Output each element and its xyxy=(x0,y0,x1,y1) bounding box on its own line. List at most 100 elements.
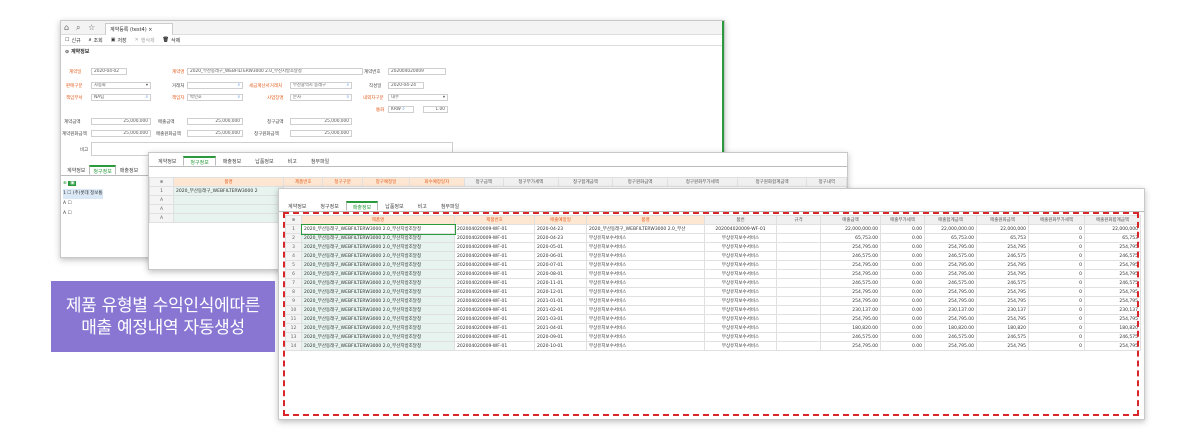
row-cell[interactable]: 0 xyxy=(1028,269,1085,279)
row-cell[interactable]: 202004020009-WF-01 xyxy=(454,323,535,333)
row-cell[interactable]: 0 xyxy=(1028,278,1085,288)
contract-no-field[interactable]: 202004020009 xyxy=(388,68,446,75)
row-cell[interactable]: 2020_부산동래구_WEBFILTERW3000 2.0_부산지방조달청 xyxy=(301,296,455,306)
tab-billing[interactable]: 청구정보 xyxy=(313,201,345,211)
list-item[interactable]: A ☐ xyxy=(63,199,103,209)
row-cell[interactable]: 2020_부산동래구_WEBFILTERW3000 2.0_부산지방조달청 xyxy=(301,323,455,333)
row-cell[interactable]: 2020-04-23 xyxy=(534,233,587,243)
row-cell[interactable]: 무상유지보수서비스 xyxy=(586,242,705,252)
row-cell[interactable]: 2020_부산동래구_WEBFILTERW3000 2.0_부산지방조달청 xyxy=(301,242,455,252)
row-cell[interactable]: 2020-11-01 xyxy=(534,278,587,288)
row-cell[interactable]: 무상유지보수서비스 xyxy=(704,251,777,261)
row-cell[interactable]: 0.00 xyxy=(880,305,925,315)
search-icon[interactable]: ⌕ xyxy=(347,83,349,88)
add-icon[interactable]: ⊕ xyxy=(149,177,174,187)
table-row[interactable]: 7 2020_부산동래구_WEBFILTERW3000 2.0_부산지방조달청 20… xyxy=(285,278,1141,288)
row-cell[interactable]: 무상유지보수서비스 xyxy=(704,314,777,324)
row-cell[interactable]: 254,795.00 xyxy=(924,260,977,270)
row-cell[interactable]: 0.00 xyxy=(880,287,925,297)
row-cell[interactable]: 0.00 xyxy=(880,341,925,351)
row-cell[interactable]: 2020-07-01 xyxy=(534,260,587,270)
row-cell[interactable]: 246,575.00 xyxy=(924,251,977,261)
row-cell[interactable]: 0.00 xyxy=(880,251,925,261)
row-cell[interactable]: 2020_부산동래구_WEBFILTERW3000 2.0_부산지방조달청 xyxy=(300,223,456,235)
contract-won-field[interactable]: 25,000,000 xyxy=(91,130,151,137)
row-cell[interactable]: 254,795.00 xyxy=(924,242,977,252)
row-cell[interactable]: 0 xyxy=(1028,224,1085,234)
row-cell[interactable]: 254,795.00 xyxy=(820,296,881,306)
row-cell[interactable]: 254,795 xyxy=(1084,269,1141,279)
contract-amt-field[interactable]: 25,000,000 xyxy=(91,118,151,125)
row-cell[interactable]: 2020_부산동래구_WEBFILTERW3000 2.0_부산지방조달청 xyxy=(301,305,455,315)
row-cell[interactable]: 246,575.00 xyxy=(820,278,881,288)
search-icon[interactable]: ⌕ xyxy=(402,107,404,112)
row-cell[interactable]: 무상유지보수서비스 xyxy=(704,305,777,315)
row-cell[interactable]: 무상유지보수서비스 xyxy=(704,296,777,306)
row-cell[interactable]: 254,795 xyxy=(1084,341,1141,351)
row-cell[interactable]: 202004020009-WF-01 xyxy=(454,233,535,243)
row-cell[interactable]: 202004020009-WF-01 xyxy=(454,305,535,315)
row-cell[interactable]: 무상유지보수서비스 xyxy=(586,251,705,261)
save-button[interactable]: ▣ 저장 xyxy=(111,37,127,44)
search-icon[interactable]: ⌕ xyxy=(238,95,240,100)
row-cell[interactable]: 2020_부산동래구_WEBFILTERW3000 2.0_부산지방조달청 xyxy=(301,341,455,351)
row-cell[interactable]: 2020_부산동래구_WEBFILTERW3000 2.0_부산지방조달청 xyxy=(301,332,455,342)
row-cell[interactable]: 230,137.00 xyxy=(924,305,977,315)
row-cell[interactable]: 무상유지보수서비스 xyxy=(704,323,777,333)
table-row[interactable]: 8 2020_부산동래구_WEBFILTERW3000 2.0_부산지방조달청 20… xyxy=(285,287,1141,297)
row-cell[interactable]: 2020-12-01 xyxy=(534,287,587,297)
row-cell[interactable]: 무상유지보수서비스 xyxy=(586,287,705,297)
row-cell[interactable] xyxy=(776,224,821,234)
row-cell[interactable]: 254,795 xyxy=(976,287,1029,297)
row-cell[interactable]: 254,795.00 xyxy=(924,341,977,351)
row-cell[interactable]: 254,795 xyxy=(976,314,1029,324)
row-cell[interactable]: 254,795 xyxy=(976,296,1029,306)
row-cell[interactable]: 0.00 xyxy=(880,278,925,288)
row-cell[interactable]: 254,795.00 xyxy=(924,296,977,306)
row-cell[interactable] xyxy=(776,305,821,315)
tab-sales[interactable]: 매출정보 xyxy=(345,201,379,211)
tab-billing[interactable]: 청구정보 xyxy=(89,165,116,175)
row-cell[interactable]: 무상유지보수서비스 xyxy=(586,323,705,333)
row-cell[interactable]: 246,575 xyxy=(1084,251,1141,261)
row-cell[interactable]: 2020_부산동래구_WEBFILTERW3000 2.0_부산지방조달청 xyxy=(301,278,455,288)
tab-delivery[interactable]: 납품정보 xyxy=(378,201,410,211)
row-cell[interactable]: 2020_부산동래구_WEBFILTERW3000 2.0_부산지방조달청 xyxy=(301,269,455,279)
row-cell[interactable]: 0 xyxy=(1028,332,1085,342)
row-cell[interactable]: 180,820 xyxy=(1084,323,1141,333)
table-row[interactable]: 12 2020_부산동래구_WEBFILTERW3000 2.0_부산지방조달청 2… xyxy=(285,323,1141,333)
row-cell[interactable]: 254,795 xyxy=(976,269,1029,279)
row-cell[interactable]: 무상유지보수서비스 xyxy=(586,233,705,243)
tax-client-field[interactable]: 부산광역시 동래구 ⌕ xyxy=(290,82,352,89)
tab-billing[interactable]: 청구정보 xyxy=(183,156,216,166)
row-cell[interactable] xyxy=(776,233,821,243)
row-cell[interactable]: 246,575.00 xyxy=(924,278,977,288)
row-cell[interactable]: 2020_부산동래구_WEBFILTERW3000 2.0_부산지방조달청 xyxy=(301,287,455,297)
bill-amt-field[interactable]: 25,000,000 xyxy=(290,118,352,125)
row-cell[interactable]: 무상유지보수서비스 xyxy=(704,287,777,297)
row-cell[interactable]: 2021-01-01 xyxy=(534,296,587,306)
row-cell[interactable]: 무상유지보수서비스 xyxy=(586,269,705,279)
row-cell[interactable]: 2020_부산동래구_WEBFILTERW3000 2.0_부산지방조달청 xyxy=(301,251,455,261)
delete-row-button[interactable]: ✕ 행삭제 xyxy=(135,37,155,44)
row-cell[interactable]: 0.00 xyxy=(880,269,925,279)
row-cell[interactable]: 2021-04-01 xyxy=(534,323,587,333)
table-row[interactable]: 3 2020_부산동래구_WEBFILTERW3000 2.0_부산지방조달청 20… xyxy=(285,242,1141,252)
row-cell[interactable]: 246,575.00 xyxy=(924,332,977,342)
row-cell[interactable]: 무상유지보수서비스 xyxy=(704,278,777,288)
row-cell[interactable] xyxy=(776,287,821,297)
row-cell[interactable]: 254,795 xyxy=(1084,296,1141,306)
row-cell[interactable]: 254,795 xyxy=(1084,260,1141,270)
biz-field[interactable]: 본사 ⌕ xyxy=(290,94,352,101)
table-row[interactable]: 11 2020_부산동래구_WEBFILTERW3000 2.0_부산지방조달청 2… xyxy=(285,314,1141,324)
row-cell[interactable]: 0 xyxy=(1028,242,1085,252)
row-cell[interactable] xyxy=(776,251,821,261)
row-cell[interactable]: 무상유지보수서비스 xyxy=(586,332,705,342)
row-cell[interactable]: 202004020009-WF-01 xyxy=(454,332,535,342)
row-cell[interactable]: 202004020009-WF-01 xyxy=(704,224,777,234)
row-cell[interactable]: 22,000,000.00 xyxy=(820,224,881,234)
list-item[interactable]: A ☐ xyxy=(63,209,103,219)
row-cell[interactable]: 254,795 xyxy=(1084,314,1141,324)
table-row[interactable]: 2 2020_부산동래구_WEBFILTERW3000 2.0_부산지방조달청 20… xyxy=(285,233,1141,243)
contract-name-field[interactable]: 2020_부산동래구_WEBFILTERW3000 2.0_부산지방조달청 xyxy=(187,68,363,75)
